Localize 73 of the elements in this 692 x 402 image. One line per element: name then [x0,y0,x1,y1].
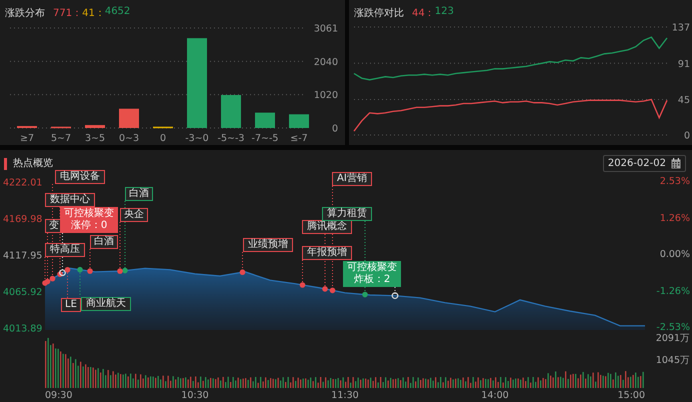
bar [289,114,309,128]
category-label: 5~7 [50,133,72,144]
count-value: 4652 [104,6,130,19]
time-label: 14:00 [481,390,509,402]
topic-tag[interactable]: 业绩预增 [243,238,293,252]
panel-title: 涨跌分布 [5,6,45,20]
time-label: 11:30 [331,390,359,402]
axis-label: 0 [684,130,690,142]
panel-title: 热点概览 [4,158,53,170]
axis-label: 2040 [314,56,338,68]
bar [221,95,241,128]
bar [119,108,139,128]
topic-tag[interactable]: 白酒 [90,235,118,249]
marker-dot [87,268,93,274]
topic-tag[interactable]: LE [61,298,81,312]
panel-title: 涨跌停对比 [354,6,404,20]
calendar-icon [671,158,681,168]
axis-label: 137 [672,22,690,34]
date-picker[interactable]: 2026-02-02 [602,154,686,172]
category-label: -3~0 [185,133,209,144]
volume-label: 1045万 [656,355,690,367]
marker-dot [392,292,398,300]
marker-dot [362,292,368,298]
percent-label: 1.26% [660,212,690,224]
axis-label: 45 [678,95,690,106]
topic-tag[interactable]: 白酒 [125,187,153,201]
marker-dot [300,282,306,288]
volume-label: 2091万 [656,333,690,345]
leader-line [394,286,396,296]
bar [85,125,105,128]
event-popup: 可控核聚变 炸板：2 [343,261,401,287]
time-label: 10:30 [181,390,209,402]
category-label: 3~5 [84,133,106,144]
time-label: 15:00 [618,390,645,402]
topic-tag[interactable]: 特高压 [45,243,85,257]
percent-label: -1.26% [656,286,690,298]
topic-tag[interactable]: 数据中心 [45,193,95,207]
marker-dot [322,286,328,292]
count-value: 44： [412,7,435,20]
topic-tag[interactable]: 腾讯概念 [302,220,352,234]
count-value: 41： [82,7,105,20]
marker-dot [77,266,83,272]
marker-dot [330,288,336,294]
count-value: 771： [53,7,82,20]
event-popup: 可控核聚变 涨停：0 [60,207,118,233]
topic-tag[interactable]: 算力租赁 [322,207,372,221]
category-label: -7~-5 [252,133,278,144]
percent-label: 0.00% [660,249,690,261]
marker-dot [240,269,246,276]
topic-tag[interactable]: 商业航天 [81,297,131,311]
axis-label: 91 [678,58,690,70]
category-label: ≥7 [20,133,34,144]
price-label: 4117.95 [3,250,42,262]
percent-label: 2.53% [660,176,690,188]
price-label: 4065.92 [3,287,42,298]
percent-label: -2.53% [656,322,690,334]
category-label: -5~-3 [218,133,244,144]
topic-tag[interactable]: 央企 [120,208,148,222]
price-label: 4169.98 [3,214,42,225]
axis-label: 0 [332,124,338,134]
count-value: 123 [434,6,454,19]
topic-tag[interactable]: 年报预增 [302,246,352,260]
topic-tag[interactable]: 电网设备 [55,170,105,184]
category-label: 0~3 [118,133,140,144]
category-label: 0 [160,133,166,144]
price-label: 4013.89 [3,324,42,334]
topic-tag[interactable]: AI营销 [332,172,372,186]
axis-label: 3061 [314,24,338,34]
time-label: 09:30 [45,390,72,402]
category-label: ≤-7 [290,133,308,144]
bar [255,112,275,128]
axis-label: 1020 [314,90,338,102]
price-label: 4222.01 [3,178,42,188]
